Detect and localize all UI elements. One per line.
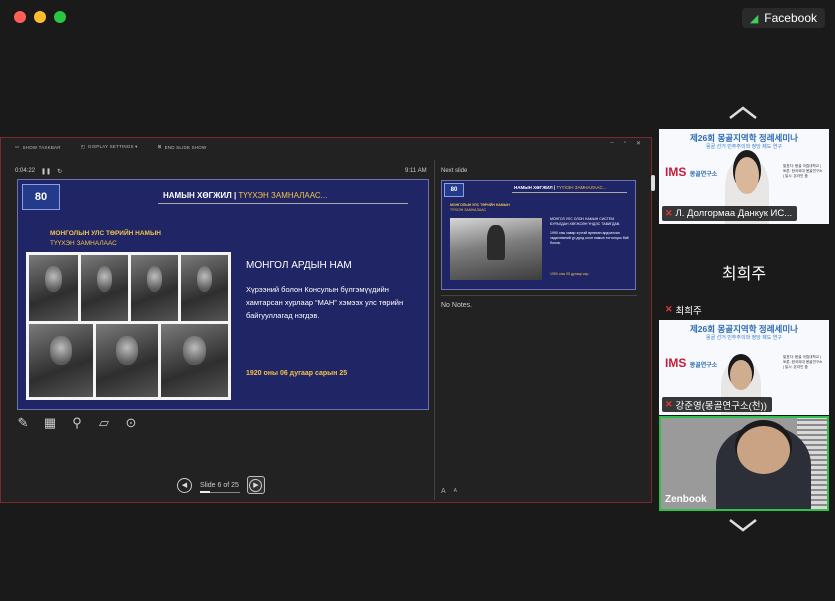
active-speaker-tile[interactable]: Zenbook <box>659 416 829 511</box>
scroll-up-chevron-icon[interactable] <box>728 106 758 120</box>
notes-font-controls: A A <box>441 488 457 495</box>
slide-header-rule <box>158 203 408 204</box>
restore-icon[interactable]: ▫ <box>624 140 626 147</box>
next-slide-photo <box>450 218 542 280</box>
pause-icon[interactable]: ❚❚ <box>41 168 51 175</box>
portrait-photo <box>29 255 78 321</box>
next-slide-preview[interactable]: 80 НАМЫН ХӨГЖИЛ | ТҮҮХЭН ЗАМНАЛААС... МО… <box>441 180 636 290</box>
next-slide-logo: 80 <box>444 183 464 197</box>
show-taskbar-button[interactable]: ▭ SHOW TASKBAR <box>15 144 61 150</box>
close-window-button[interactable] <box>14 11 26 23</box>
next-slide-title-1: МОНГОЛЫН УЛС ТӨРИЙН НАМЫН <box>450 203 510 207</box>
next-slide-body: МОНГОЛ УЛС ОЛОН НАМЫН СИСТЕМ БУРАЛДАН ХӨ… <box>550 217 629 245</box>
taskbar-icon: ▭ <box>15 144 20 149</box>
mic-muted-icon: ✕ <box>665 208 673 218</box>
restart-timer-icon[interactable]: ↻ <box>57 168 62 175</box>
display-icon: ◰ <box>80 144 86 149</box>
end-slide-show-button[interactable]: ⊠ END SLIDE SHOW <box>158 144 207 150</box>
slide-timer: 0:04:22 ❚❚ ↻ <box>15 168 62 175</box>
participant-video <box>716 426 811 509</box>
portrait-photo <box>29 324 93 397</box>
pen-icon[interactable]: ✎ <box>15 415 31 431</box>
slide-title-line-2: ТҮҮХЭН ЗАМНАЛААС <box>50 240 117 247</box>
minimize-window-button[interactable] <box>34 11 46 23</box>
arrow-right-icon: ▶ <box>249 478 263 492</box>
next-slide-label: Next slide <box>441 168 468 174</box>
see-all-slides-icon[interactable]: ▦ <box>42 415 58 431</box>
participant-tile[interactable]: 제26회 몽골지역학 정례세미나 몽골 선거 민주주의와 정당 제도 연구 IM… <box>659 320 829 415</box>
zoom-window-button[interactable] <box>54 11 66 23</box>
black-screen-icon[interactable]: ▱ <box>96 415 112 431</box>
live-stream-badge[interactable]: ◢ Facebook <box>741 8 825 28</box>
portrait-photo <box>81 255 128 321</box>
presenter-window-controls: – ▫ ✕ <box>610 140 641 147</box>
current-slide: 80 НАМЫН ХӨГЖИЛ | ТҮҮХЭН ЗАМНАЛААС... МО… <box>17 179 429 410</box>
close-icon[interactable]: ✕ <box>636 140 641 147</box>
presenter-toolbar: ▭ SHOW TASKBAR ◰ DISPLAY SETTINGS ▾ ⊠ END S… <box>15 144 206 150</box>
minimize-icon[interactable]: – <box>610 140 613 147</box>
slide-progress-fill <box>200 490 210 493</box>
participant-tile[interactable]: 제26회 몽골지역학 정례세미나 몽골 선거 민주주의와 정당 제도 연구 IM… <box>659 129 829 224</box>
slide-logo: 80 <box>22 184 60 210</box>
slide-body-title: МОНГОЛ АРДЫН НАМ <box>246 260 352 271</box>
portrait-photo <box>181 255 228 321</box>
increase-font-button[interactable]: A <box>441 488 446 495</box>
next-slide-title-2: ТҮҮХЭН ЗАМНАЛААС <box>450 208 486 212</box>
seminar-subtitle: 몽골 선거 민주주의와 정당 제도 연구 <box>706 144 782 150</box>
pane-divider <box>434 160 435 500</box>
panel-resize-handle[interactable] <box>651 175 655 191</box>
next-slide-header: НАМЫН ХӨГЖИЛ | ТҮҮХЭН ЗАМНАЛААС... <box>514 185 607 190</box>
seminar-details: 발표자: 몽골 국립대학교 | 토론: 한국외대 몽골연구소 | 일시: 온라인… <box>783 355 823 369</box>
portrait-photo <box>131 255 178 321</box>
arrow-left-icon: ◀ <box>181 482 188 489</box>
scroll-down-chevron-icon[interactable] <box>728 518 758 532</box>
slide-tools: ✎ ▦ ⚲ ▱ ⊙ <box>15 415 139 431</box>
slide-body-text: Хүрээний болон Консулын бүлгэмүүдийн хам… <box>246 285 404 320</box>
zoom-icon[interactable]: ⚲ <box>69 415 85 431</box>
speaker-notes[interactable]: No Notes. <box>441 302 472 309</box>
notes-separator <box>441 295 637 296</box>
portrait-photo <box>161 324 228 397</box>
historical-photo-collage <box>26 252 231 400</box>
ims-logo: IMS 몽골연구소 <box>665 356 718 370</box>
slide-counter[interactable]: Slide 6 of 25 <box>200 482 240 493</box>
ims-logo: IMS 몽골연구소 <box>665 165 718 179</box>
mic-muted-icon: ✕ <box>665 304 673 314</box>
mic-muted-icon: ✕ <box>665 399 673 409</box>
live-signal-icon: ◢ <box>749 12 759 25</box>
slide-navigation: ◀ Slide 6 of 25 ▶ <box>177 476 265 494</box>
presenter-view: ▭ SHOW TASKBAR ◰ DISPLAY SETTINGS ▾ ⊠ END S… <box>0 137 652 503</box>
previous-slide-button[interactable]: ◀ <box>177 477 192 493</box>
current-time: 9:11 AM <box>405 168 427 174</box>
participant-name-tag: ✕ 강준영(몽골연구소(천)) <box>662 397 772 412</box>
participant-name-tag: ✕ Л. Долгормаа Данкук ИС... <box>662 206 798 221</box>
slide-header: НАМЫН ХӨГЖИЛ | ТҮҮХЭН ЗАМНАЛААС... <box>163 191 328 200</box>
live-stream-label: Facebook <box>764 11 817 25</box>
decrease-font-button[interactable]: A <box>454 488 457 495</box>
participant-name-tag: Zenbook <box>665 494 707 505</box>
end-show-icon: ⊠ <box>157 144 162 149</box>
elapsed-time: 0:04:22 <box>15 168 36 174</box>
slide-date: 1920 оны 06 дугаар сарын 25 <box>246 370 348 377</box>
next-slide-header-rule <box>512 192 627 193</box>
next-slide-button[interactable]: ▶ <box>246 476 265 494</box>
next-slide-date: 1990 оны 05 дугаар сар <box>550 272 589 276</box>
more-options-icon[interactable]: ⊙ <box>123 415 139 431</box>
slide-title-line-1: МОНГОЛЫН УЛС ТӨРИЙН НАМЫН <box>50 230 162 237</box>
participant-tile[interactable]: 최희주 ✕ 최희주 <box>659 225 829 320</box>
display-settings-button[interactable]: ◰ DISPLAY SETTINGS ▾ <box>81 144 138 150</box>
portrait-photo <box>96 324 158 397</box>
participant-name-tag: ✕ 최희주 <box>665 304 702 317</box>
seminar-subtitle: 몽골 선거 민주주의와 정당 제도 연구 <box>706 335 782 341</box>
participant-display-name: 최희주 <box>721 266 767 283</box>
seminar-details: 발표자: 몽골 국립대학교 | 토론: 한국외대 몽골연구소 | 일시: 온라인… <box>783 164 823 178</box>
